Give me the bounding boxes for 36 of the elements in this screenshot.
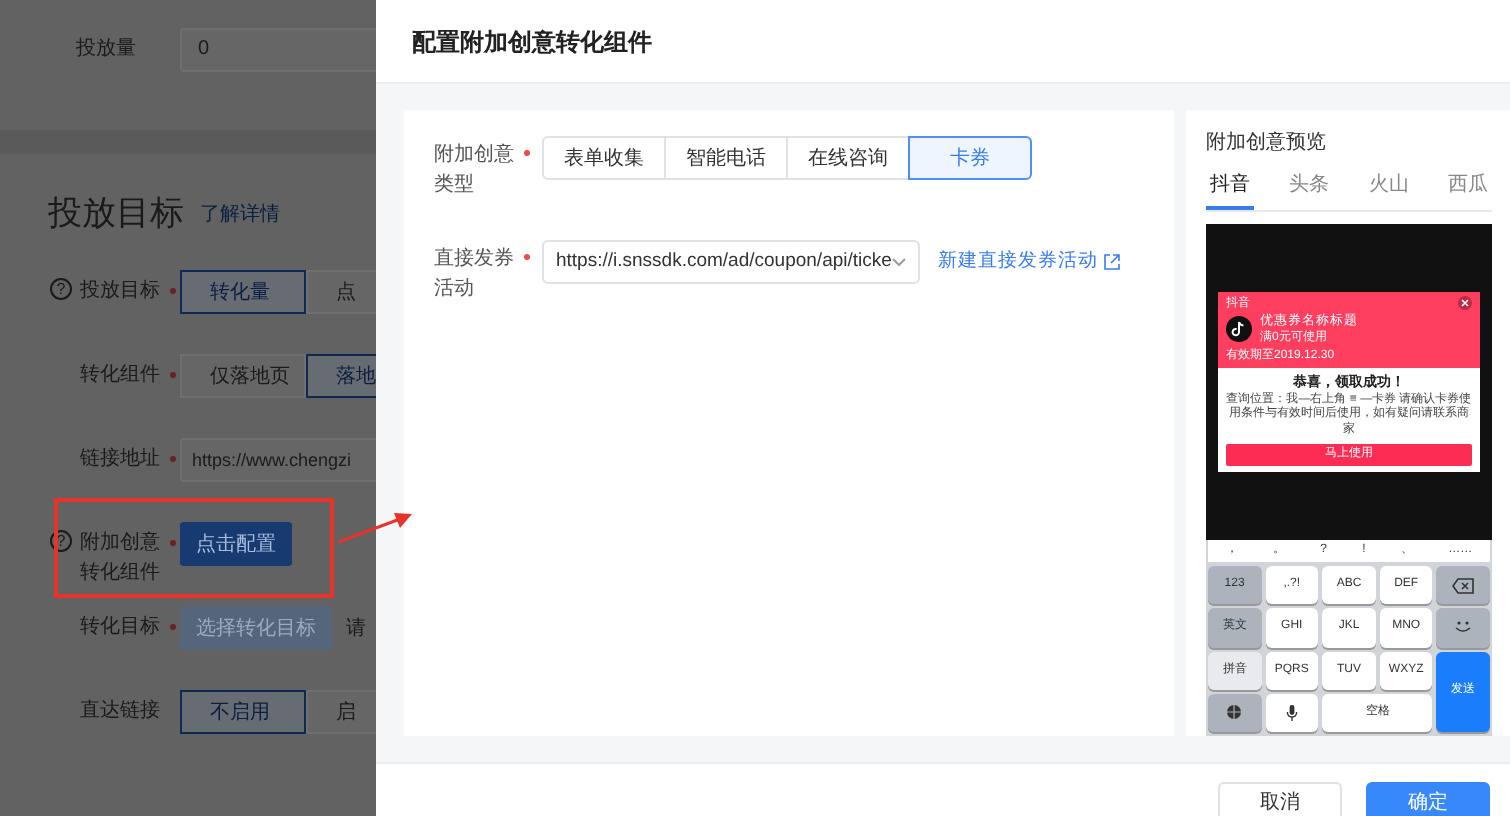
segment-option[interactable]: 在线咨询 [786,136,910,180]
external-link-icon [1104,254,1120,270]
field-label: 转化目标 [80,613,160,642]
cancel-button[interactable]: 取消 [1218,781,1342,816]
field-label: 转化组件 [80,362,160,390]
field-label: 投放量 [76,35,136,64]
field-label: 链接地址 [80,445,160,474]
preview-title: 附加创意预览 [1206,130,1328,158]
field-label: 直达链接 [80,697,160,726]
preview-tab[interactable]: 西瓜 [1443,170,1492,210]
create-activity-link[interactable]: 新建直接发券活动 [938,247,1120,277]
music-note-logo-icon [1226,316,1252,343]
emoji-icon[interactable] [1454,620,1473,635]
help-icon: ? [50,278,72,300]
field-label: 附加创意转化组件 [80,529,160,588]
chevron-down-icon [892,258,906,266]
select-field[interactable]: https://i.snssdk.com/ad/coupon/api/ticke [542,240,920,284]
field-label: 直接发券活动 [434,245,516,304]
pointer-arrow [338,512,412,544]
segment-option[interactable]: 表单收集 [542,136,666,180]
microphone-icon[interactable] [1285,703,1298,722]
segment-option[interactable]: 智能电话 [664,136,788,180]
field-label: 附加创意类型 [434,141,516,200]
segment-option[interactable]: 卡券 [908,136,1032,180]
drawer-title: 配置附加创意转化组件 [412,25,652,59]
select-value: https://i.snssdk.com/ad/coupon/api/ticke [556,247,892,276]
field-label: 投放目标 [80,277,160,306]
preview-tab[interactable]: 头条 [1285,170,1334,210]
close-icon[interactable] [1458,296,1472,311]
hint-text: 请 [346,615,366,643]
preview-tab[interactable]: 抖音 [1206,170,1254,210]
section-title: 投放目标 [48,192,184,236]
configure-button[interactable]: 点击配置 [180,522,292,566]
preview-tab[interactable]: 火山 [1364,170,1413,210]
globe-icon[interactable] [1226,704,1243,721]
backspace-icon[interactable] [1452,577,1475,594]
